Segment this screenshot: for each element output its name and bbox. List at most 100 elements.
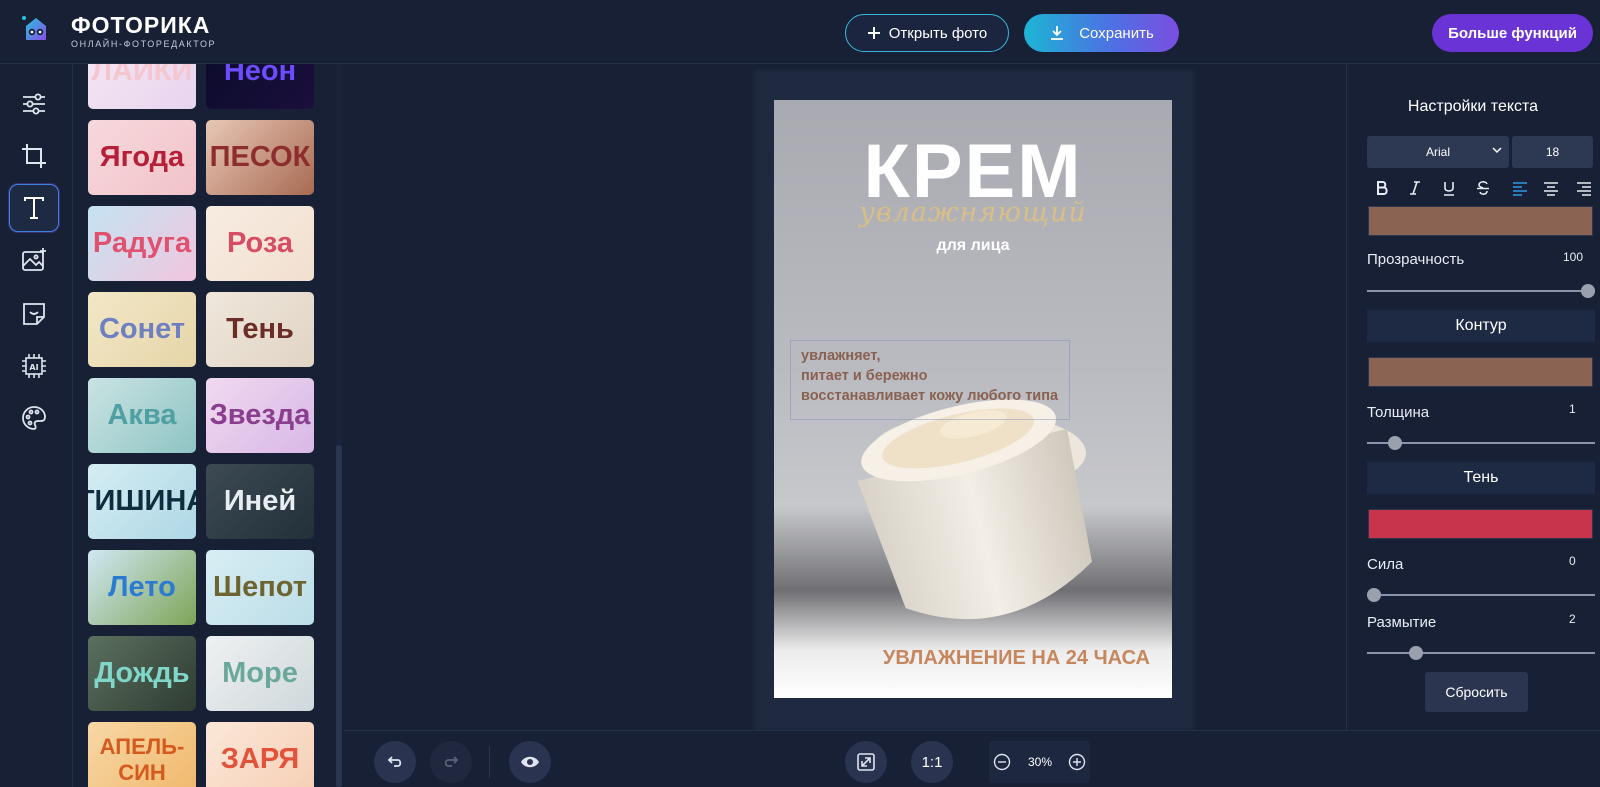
poster-text-line-3[interactable]: восстанавливает кожу любого типа — [801, 388, 1058, 404]
strength-slider[interactable] — [1367, 588, 1595, 602]
thickness-slider-knob[interactable] — [1388, 436, 1402, 450]
text-preset-tile[interactable]: Лето — [88, 550, 196, 625]
thickness-value: 1 — [1569, 402, 1576, 416]
reset-button[interactable]: Сбросить — [1425, 672, 1528, 712]
shadow-color-swatch[interactable] — [1368, 509, 1593, 539]
download-icon — [1051, 26, 1064, 40]
opacity-slider-knob[interactable] — [1581, 284, 1595, 298]
strength-value: 0 — [1569, 554, 1576, 568]
text-preset-tile[interactable]: Море — [206, 636, 314, 711]
palette-icon — [22, 406, 46, 430]
text-preset-label: Неон — [223, 64, 297, 87]
poster-face-label[interactable]: для лица — [774, 237, 1172, 255]
text-preset-tile[interactable]: ТИШИНА — [88, 464, 196, 539]
italic-icon — [1410, 181, 1420, 195]
open-photo-button[interactable]: Открыть фото — [845, 14, 1009, 52]
text-preset-tile[interactable]: Сонет — [88, 292, 196, 367]
text-preset-label: Дождь — [94, 657, 190, 689]
plus-icon — [867, 27, 880, 39]
redo-icon — [444, 756, 459, 767]
text-preset-label: Аква — [107, 399, 177, 431]
zoom-in-button[interactable] — [1066, 751, 1088, 773]
align-right-button[interactable] — [1572, 177, 1596, 199]
align-left-button[interactable] — [1508, 177, 1532, 199]
underline-button[interactable] — [1437, 177, 1461, 199]
brand: ФОТОРИКА ОНЛАЙН-ФОТОРЕДАКТОР — [71, 12, 216, 49]
text-preset-tile[interactable]: Радуга — [88, 206, 196, 281]
text-preset-label: Иней — [223, 485, 297, 517]
poster-canvas[interactable]: КРЕМ увлажняющий для лица увлажняет, пит… — [774, 100, 1172, 698]
align-left-icon — [1513, 182, 1527, 196]
poster-bottom-text[interactable]: УВЛАЖНЕНИЕ НА 24 ЧАСА — [774, 647, 1172, 670]
save-button[interactable]: Сохранить — [1024, 14, 1179, 52]
poster-text-line-1[interactable]: увлажняет, — [801, 348, 880, 364]
tool-text[interactable] — [9, 184, 59, 232]
thickness-slider[interactable] — [1367, 436, 1595, 450]
brand-title: ФОТОРИКА — [71, 12, 211, 38]
text-preset-tile[interactable]: Шепот — [206, 550, 314, 625]
text-preset-tile[interactable]: Неон — [206, 64, 314, 109]
text-preset-tile[interactable]: Ягода — [88, 120, 196, 195]
text-preset-tile[interactable]: Роза — [206, 206, 314, 281]
text-preset-tile[interactable]: АПЕЛЬ-СИН — [88, 722, 196, 787]
more-features-button[interactable]: Больше функций — [1432, 14, 1593, 52]
text-preset-tile[interactable]: Аква — [88, 378, 196, 453]
tool-ai[interactable]: AI — [9, 342, 59, 390]
text-preset-tile[interactable]: ЗАРЯ — [206, 722, 314, 787]
text-preset-tile[interactable]: ПЕСОК — [206, 120, 314, 195]
image-add-icon — [22, 248, 46, 271]
fit-screen-button[interactable] — [845, 741, 887, 783]
outline-section-button[interactable]: Контур — [1367, 310, 1595, 342]
crop-icon — [22, 144, 46, 168]
underline-icon — [1444, 182, 1454, 196]
text-preset-tile[interactable]: ЛАЙКИ — [88, 64, 196, 109]
strength-slider-knob[interactable] — [1367, 588, 1381, 602]
preview-button[interactable] — [509, 741, 551, 783]
align-center-icon — [1544, 182, 1558, 196]
text-preset-label: АПЕЛЬ-СИН — [99, 733, 185, 785]
text-presets-panel: ЛАЙКИ Неон Ягода ПЕСОК Радуга Роза Сонет Тень Ак… — [74, 64, 344, 787]
actual-size-button[interactable]: 1:1 — [911, 741, 953, 783]
poster-text-line-2[interactable]: питает и бережно — [801, 368, 927, 384]
text-preset-label: Ягода — [99, 141, 185, 173]
opacity-slider[interactable] — [1367, 284, 1595, 298]
toolbar-divider — [489, 746, 490, 778]
font-size-input[interactable]: 18 — [1512, 136, 1593, 168]
text-preset-tile[interactable]: Тень — [206, 292, 314, 367]
outline-color-swatch[interactable] — [1368, 357, 1593, 387]
text-preset-label: Радуга — [92, 227, 192, 259]
tool-sticker[interactable] — [9, 290, 59, 338]
blur-slider-knob[interactable] — [1409, 646, 1423, 660]
align-center-button[interactable] — [1539, 177, 1563, 199]
bold-button[interactable] — [1370, 177, 1394, 199]
poster-subtitle[interactable]: увлажняющий — [774, 197, 1172, 228]
undo-button[interactable] — [374, 741, 416, 783]
tool-adjust[interactable] — [9, 80, 59, 128]
text-color-swatch[interactable] — [1368, 206, 1593, 236]
tool-palette[interactable] — [9, 394, 59, 442]
sticker-icon — [23, 303, 45, 325]
blur-value: 2 — [1569, 612, 1576, 626]
zoom-out-button[interactable] — [991, 751, 1013, 773]
redo-button[interactable] — [430, 741, 472, 783]
zoom-out-icon — [993, 753, 1011, 771]
opacity-value: 100 — [1563, 250, 1584, 264]
strikethrough-button[interactable] — [1471, 177, 1495, 199]
align-right-icon — [1577, 182, 1591, 196]
text-preset-tile[interactable]: Звезда — [206, 378, 314, 453]
text-preset-tile[interactable]: Иней — [206, 464, 314, 539]
undo-icon — [387, 756, 402, 767]
presets-scrollbar-thumb[interactable] — [336, 445, 342, 787]
shadow-section-button[interactable]: Тень — [1367, 462, 1595, 494]
tool-image[interactable] — [9, 236, 59, 284]
thickness-label: Толщина — [1367, 404, 1430, 421]
italic-button[interactable] — [1403, 177, 1427, 199]
svg-text:AI: AI — [29, 363, 38, 372]
text-preset-tile[interactable]: Дождь — [88, 636, 196, 711]
text-preset-label: ПЕСОК — [209, 141, 311, 173]
blur-slider[interactable] — [1367, 646, 1595, 660]
font-family-value: Arial — [1425, 145, 1450, 159]
font-family-select[interactable]: Arial — [1367, 136, 1509, 168]
app-logo-icon — [22, 16, 46, 40]
tool-crop[interactable] — [9, 132, 59, 180]
